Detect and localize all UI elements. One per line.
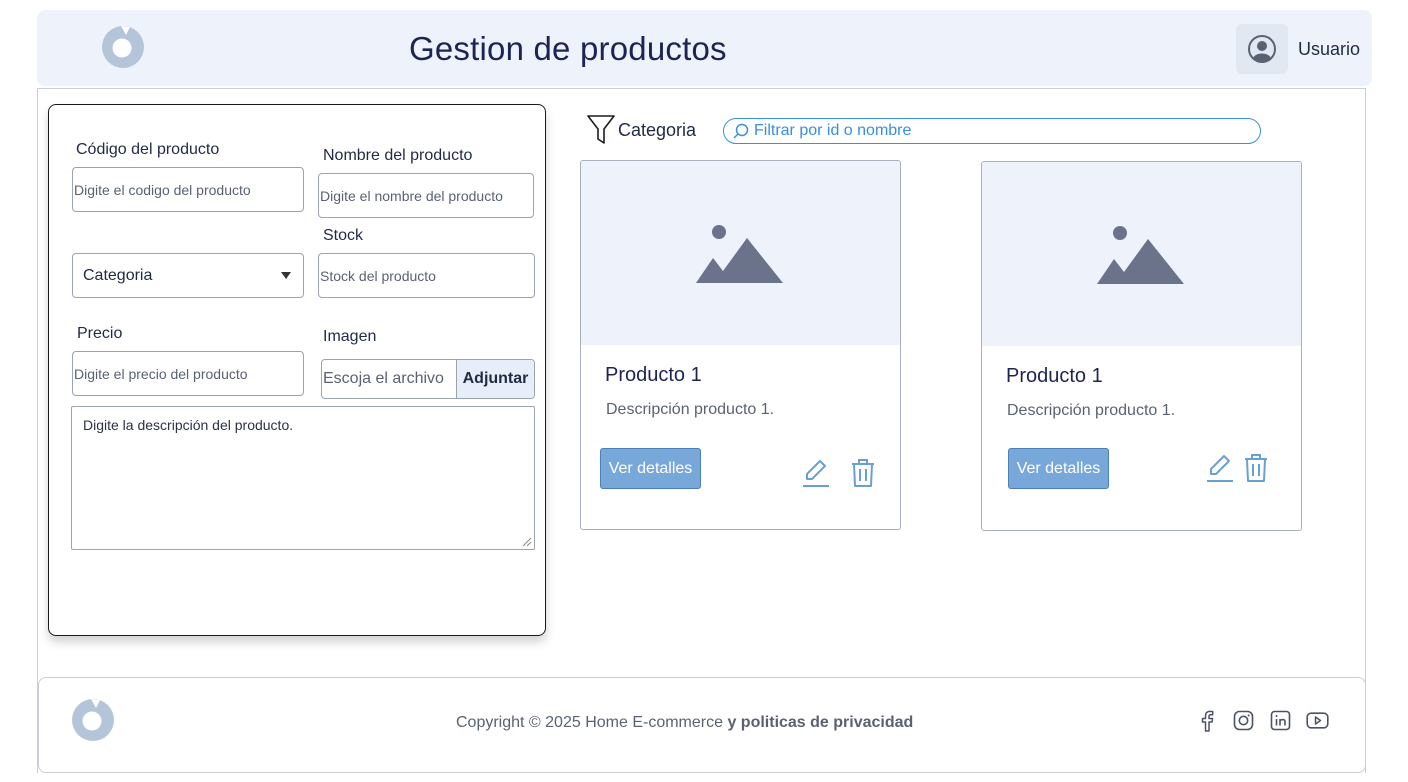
product-description: Descripción producto 1. <box>606 401 775 418</box>
edit-button[interactable] <box>800 457 832 489</box>
edit-button[interactable] <box>1204 452 1236 484</box>
pencil-icon <box>1207 455 1233 482</box>
youtube-link[interactable] <box>1306 709 1329 732</box>
search-input[interactable]: Filtrar por id o nombre <box>723 118 1261 144</box>
top-header: Gestion de productos Usuario <box>37 10 1372 86</box>
instagram-link[interactable] <box>1232 709 1255 732</box>
page-footer: Copyright © 2025 Home E-commerce y polit… <box>38 677 1366 773</box>
price-input[interactable]: Digite el precio del producto <box>72 351 304 396</box>
privacy-policy-link[interactable]: y politicas de privacidad <box>727 714 913 731</box>
attach-button[interactable]: Adjuntar <box>456 360 534 398</box>
category-filter[interactable]: Categoria <box>586 114 696 146</box>
social-links <box>1195 709 1329 732</box>
category-select[interactable]: Categoria <box>72 253 304 298</box>
product-form: Código del producto Digite el codigo del… <box>48 104 546 636</box>
trash-icon <box>852 459 874 487</box>
code-label: Código del producto <box>76 141 220 158</box>
trash-icon <box>1245 454 1267 482</box>
image-placeholder-icon <box>1096 226 1184 284</box>
search-placeholder: Filtrar por id o nombre <box>754 122 912 139</box>
description-textarea[interactable]: Digite la descripción del producto. <box>71 406 535 550</box>
avatar[interactable] <box>1235 24 1288 74</box>
image-label: Imagen <box>323 328 377 345</box>
user-circle-icon <box>1247 35 1276 63</box>
resize-grip-icon[interactable] <box>522 537 532 547</box>
facebook-icon <box>1201 710 1213 732</box>
name-input[interactable]: Digite el nombre del producto <box>318 173 534 218</box>
category-select-value: Categoria <box>83 266 153 284</box>
product-title: Producto 1 <box>605 364 702 386</box>
search-icon <box>733 123 749 139</box>
filter-funnel-icon <box>587 115 615 144</box>
view-details-button[interactable]: Ver detalles <box>600 448 701 489</box>
stock-label: Stock <box>323 227 364 244</box>
price-label: Precio <box>77 325 123 342</box>
facebook-link[interactable] <box>1195 709 1218 732</box>
product-image-placeholder <box>581 161 900 345</box>
delete-button[interactable] <box>1240 452 1272 484</box>
code-input[interactable]: Digite el codigo del producto <box>72 167 304 212</box>
image-file-input[interactable]: Escoja el archivo Adjuntar <box>321 359 535 399</box>
youtube-icon <box>1306 712 1329 729</box>
product-title: Producto 1 <box>1006 365 1103 387</box>
product-card: Producto 1 Descripción producto 1. Ver d… <box>981 161 1302 531</box>
instagram-icon <box>1233 710 1254 731</box>
page-title: Gestion de productos <box>409 30 727 67</box>
product-description: Descripción producto 1. <box>1007 402 1176 419</box>
product-card: Producto 1 Descripción producto 1. Ver d… <box>580 160 901 530</box>
footer-logo-icon[interactable] <box>71 698 115 742</box>
stock-input[interactable]: Stock del producto <box>318 253 535 298</box>
user-menu[interactable]: Usuario <box>1235 24 1360 74</box>
caret-down-icon <box>281 272 291 279</box>
pencil-icon <box>803 460 829 487</box>
file-placeholder: Escoja el archivo <box>323 370 444 387</box>
filter-label: Categoria <box>618 119 697 140</box>
brand-logo-icon[interactable] <box>101 25 145 69</box>
product-image-placeholder <box>982 162 1301 346</box>
copyright-label: Copyright © 2025 Home E-commerce <box>456 714 723 731</box>
delete-button[interactable] <box>847 457 879 489</box>
copyright-text: Copyright © 2025 Home E-commerce y polit… <box>456 714 913 732</box>
view-details-button[interactable]: Ver detalles <box>1008 448 1109 489</box>
name-label: Nombre del producto <box>323 147 473 164</box>
linkedin-link[interactable] <box>1269 709 1292 732</box>
user-label: Usuario <box>1297 38 1360 59</box>
description-placeholder: Digite la descripción del producto. <box>83 417 294 433</box>
linkedin-icon <box>1270 710 1291 731</box>
image-placeholder-icon <box>695 225 783 283</box>
